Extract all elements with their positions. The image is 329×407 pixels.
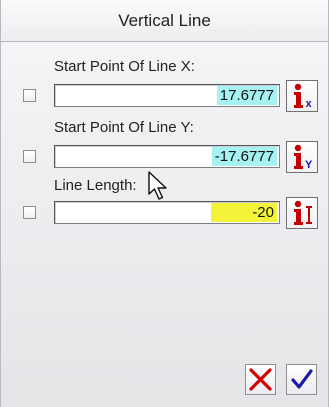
line-length-input[interactable]: -20 [54, 201, 280, 224]
start-x-label: Start Point Of Line X: [54, 58, 195, 75]
blue-check-icon [291, 369, 313, 389]
start-x-input[interactable]: 17.6777 [54, 84, 280, 107]
start-y-value: -17.6777 [211, 147, 277, 166]
start-x-checkbox[interactable] [23, 89, 36, 102]
dialog-title: Vertical Line [1, 0, 328, 42]
info-x-subscript: x [306, 98, 313, 110]
line-length-label: Line Length: [54, 177, 137, 194]
info-y-button[interactable]: Y [286, 141, 318, 173]
mouse-cursor-icon [148, 171, 167, 200]
length-button[interactable] [286, 197, 318, 229]
info-y-icon: Y [294, 144, 313, 171]
line-length-value: -20 [211, 203, 277, 222]
info-x-button[interactable]: x [286, 80, 318, 112]
start-y-checkbox[interactable] [23, 150, 36, 163]
vertical-line-dialog: Vertical Line Start Point Of Line X: 17.… [0, 0, 329, 407]
length-icon [294, 200, 312, 225]
cancel-button[interactable] [245, 364, 276, 395]
start-y-input[interactable]: -17.6777 [54, 145, 280, 168]
info-x-icon: x [294, 83, 313, 110]
start-x-value: 17.6777 [216, 86, 277, 105]
line-length-checkbox[interactable] [23, 206, 36, 219]
red-x-icon [249, 368, 272, 391]
ok-button[interactable] [286, 364, 317, 395]
start-y-label: Start Point Of Line Y: [54, 119, 194, 136]
info-y-subscript: Y [305, 159, 313, 171]
